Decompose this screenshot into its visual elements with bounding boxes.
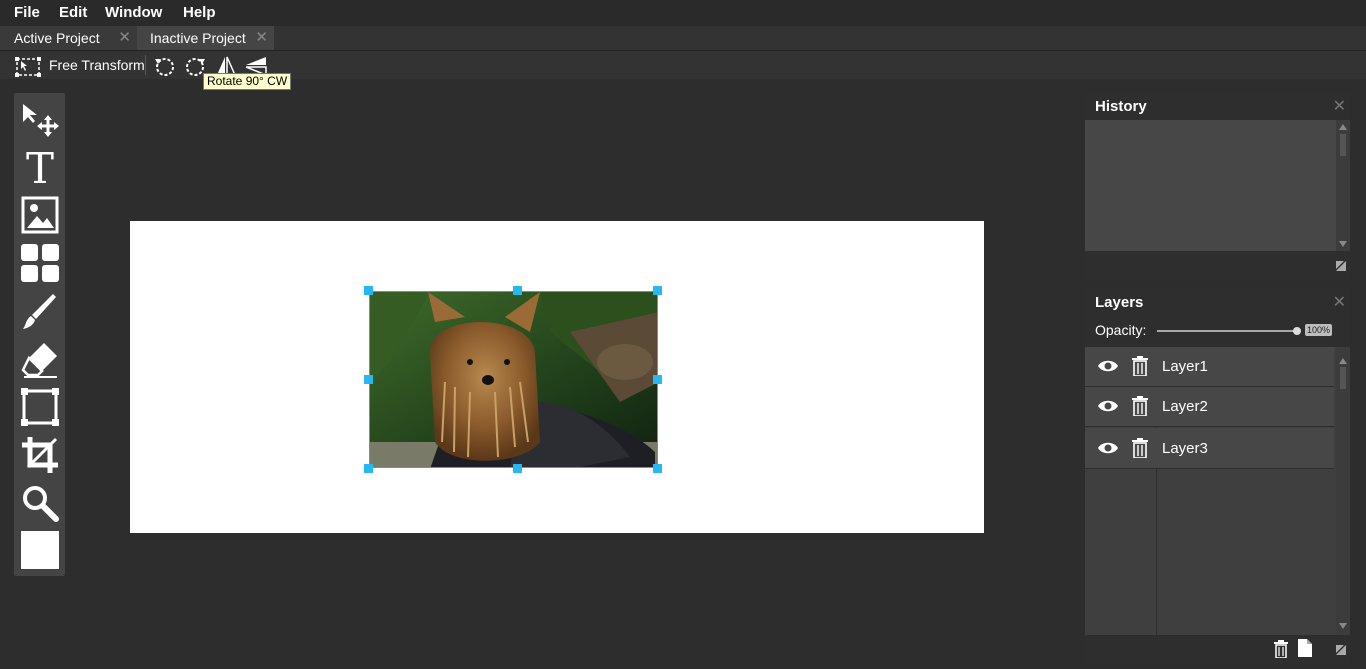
opacity-row: Opacity: 100%: [1085, 316, 1350, 347]
eye-icon[interactable]: [1097, 359, 1119, 373]
trash-icon[interactable]: [1132, 438, 1148, 458]
scrollbar-arrows-icon: [1339, 124, 1347, 247]
dog-photo-illustration: [370, 292, 657, 467]
tooltip: Rotate 90° CW: [203, 73, 292, 90]
close-icon[interactable]: ✕: [1333, 292, 1346, 312]
tools-panel: T: [14, 93, 65, 576]
resize-grip-icon[interactable]: [1336, 645, 1346, 655]
layers-panel-header: Layers ✕: [1085, 289, 1350, 316]
brush-tool-icon[interactable]: [20, 291, 60, 331]
eraser-tool-icon[interactable]: [20, 339, 60, 379]
resize-grip-icon[interactable]: [1336, 261, 1346, 271]
close-icon[interactable]: ✕: [118, 26, 131, 50]
scrollbar-arrows-icon: [1339, 358, 1347, 629]
rotate-ccw-icon[interactable]: [153, 55, 177, 77]
resize-handle-bottom-left[interactable]: [364, 464, 373, 473]
resize-handle-bottom-right[interactable]: [653, 464, 662, 473]
layer-name: Layer3: [1162, 440, 1208, 457]
new-layer-icon[interactable]: [1298, 639, 1312, 657]
menu-help[interactable]: Help: [183, 4, 216, 21]
grid-tool-icon[interactable]: [20, 243, 60, 283]
trash-icon[interactable]: [1132, 396, 1148, 416]
layers-scrollbar[interactable]: [1336, 347, 1350, 635]
dog-photo-image[interactable]: [369, 291, 658, 468]
menu-file[interactable]: File: [14, 4, 40, 21]
trash-icon[interactable]: [1132, 356, 1148, 376]
crop-tool-icon[interactable]: [20, 435, 60, 475]
layer-name: Layer2: [1162, 398, 1208, 415]
resize-handle-top-left[interactable]: [364, 286, 373, 295]
history-panel-header: History ✕: [1085, 93, 1350, 120]
history-panel: History ✕: [1085, 93, 1350, 279]
menu-edit[interactable]: Edit: [59, 4, 87, 21]
menu-bar: File Edit Window Help: [0, 0, 1366, 26]
history-list[interactable]: [1085, 120, 1336, 251]
layer-row[interactable]: Layer2: [1085, 387, 1334, 427]
move-tool-icon[interactable]: [20, 98, 60, 138]
layer-row[interactable]: Layer1: [1085, 347, 1334, 387]
menu-window[interactable]: Window: [105, 4, 162, 21]
tab-label: Inactive Project: [150, 30, 246, 46]
close-icon[interactable]: ✕: [255, 26, 268, 50]
layers-panel: Layers ✕ Opacity: 100% Layer1 Layer2 Lay…: [1085, 289, 1350, 663]
layer-name: Layer1: [1162, 358, 1208, 375]
opacity-slider[interactable]: [1157, 330, 1297, 332]
free-transform-button[interactable]: Free Transform: [14, 55, 145, 77]
layers-footer: [1085, 635, 1350, 663]
delete-layer-icon[interactable]: [1274, 640, 1288, 658]
resize-handle-right[interactable]: [653, 375, 662, 384]
history-scrollbar[interactable]: [1336, 120, 1350, 251]
image-tool-icon[interactable]: [20, 195, 60, 235]
layer-row[interactable]: Layer3: [1085, 428, 1334, 469]
opacity-slider-knob[interactable]: [1293, 327, 1301, 335]
separator: [145, 55, 146, 75]
svg-text:T: T: [26, 147, 54, 187]
project-tab-bar: Active Project ✕ Inactive Project ✕: [0, 26, 1366, 51]
opacity-value: 100%: [1305, 324, 1333, 336]
free-transform-icon: [15, 57, 41, 77]
tab-label: Active Project: [14, 30, 100, 46]
free-transform-label: Free Transform: [49, 57, 145, 73]
text-tool-icon[interactable]: T: [20, 147, 60, 187]
tab-inactive-project[interactable]: Inactive Project ✕: [137, 26, 274, 50]
transform-tool-icon[interactable]: [20, 387, 60, 427]
opacity-label: Opacity:: [1095, 322, 1147, 338]
panel-title: Layers: [1095, 294, 1144, 311]
resize-handle-left[interactable]: [364, 375, 373, 384]
resize-handle-bottom[interactable]: [513, 464, 522, 473]
eye-icon[interactable]: [1097, 441, 1119, 455]
history-footer: [1085, 251, 1350, 279]
close-icon[interactable]: ✕: [1333, 96, 1346, 116]
tab-active-project[interactable]: Active Project ✕: [0, 26, 137, 50]
eye-icon[interactable]: [1097, 399, 1119, 413]
panel-title: History: [1095, 98, 1147, 115]
resize-handle-top[interactable]: [513, 286, 522, 295]
color-swatch-icon[interactable]: [21, 531, 59, 569]
resize-handle-top-right[interactable]: [653, 286, 662, 295]
zoom-tool-icon[interactable]: [20, 483, 60, 523]
layers-list: Layer1 Layer2 Layer3: [1085, 347, 1336, 635]
